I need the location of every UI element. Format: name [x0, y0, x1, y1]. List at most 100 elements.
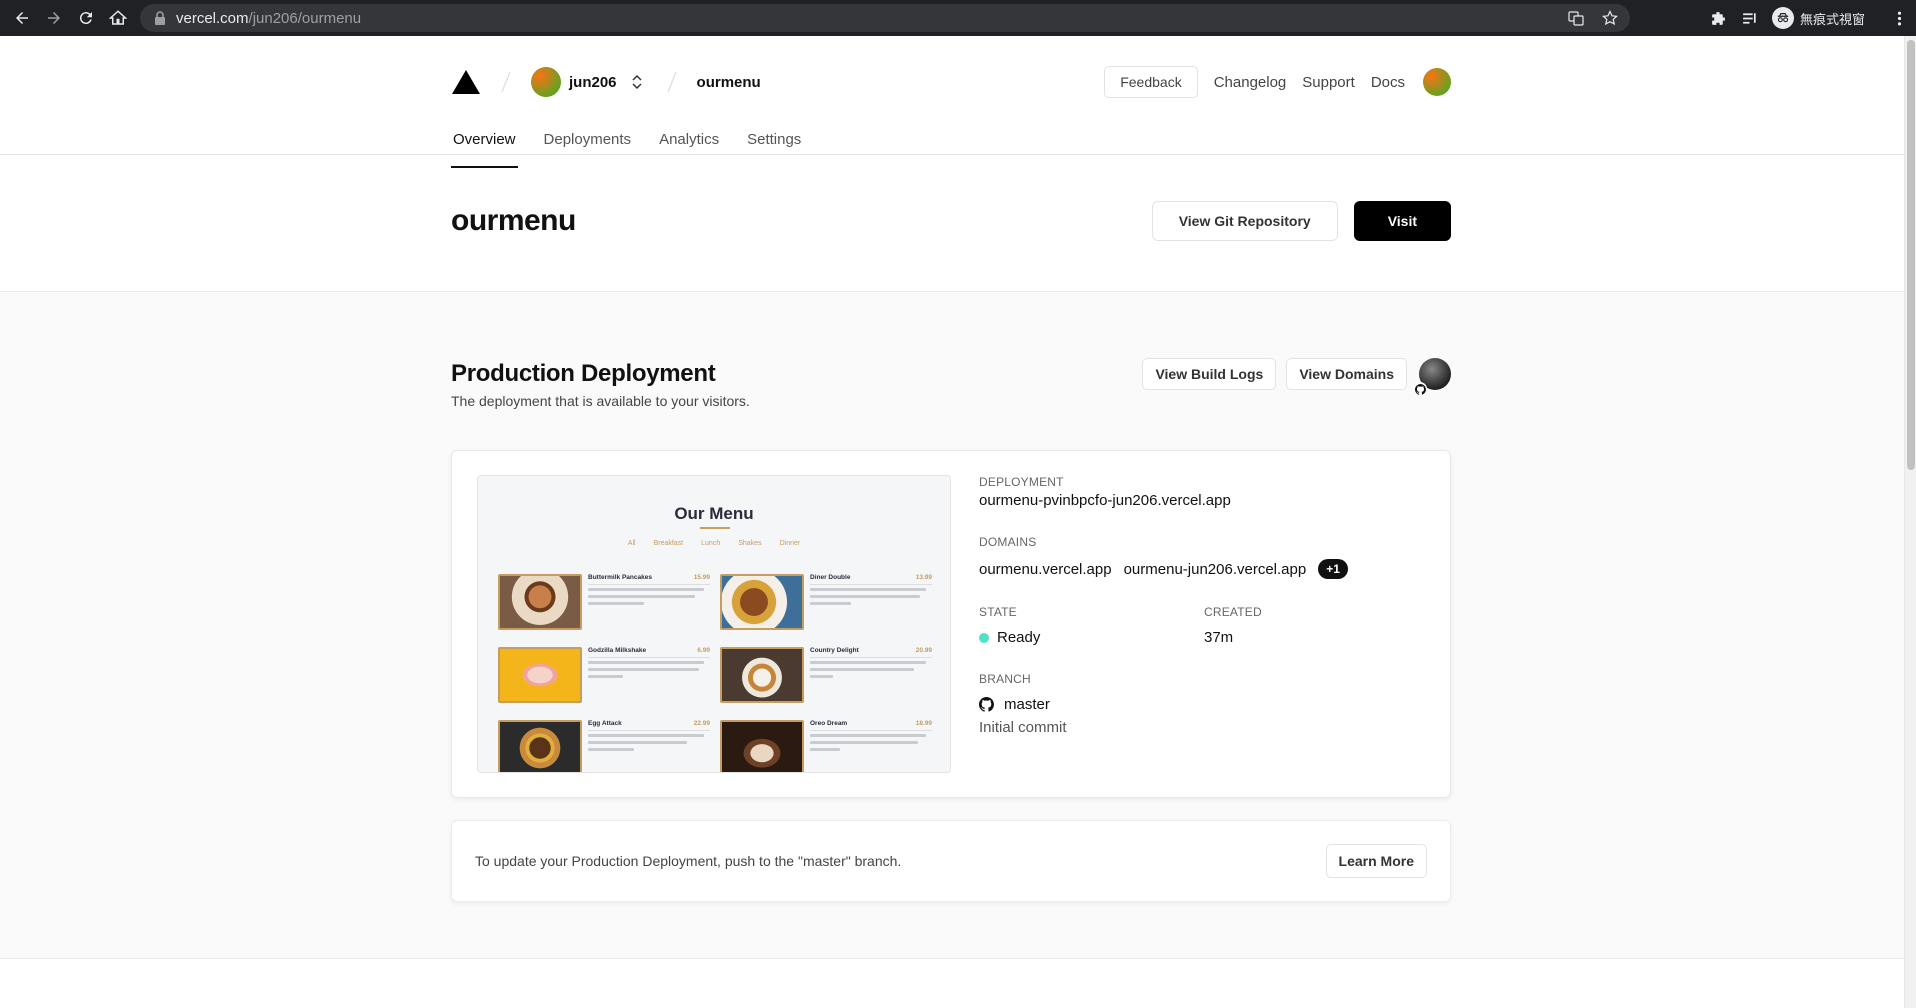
preview-item-price: 13.99 [915, 574, 932, 581]
preview-item-price: 22.99 [693, 720, 710, 727]
changelog-link[interactable]: Changelog [1214, 74, 1287, 91]
created-column: CREATED 37m [1204, 605, 1429, 646]
preview-item-rule [810, 657, 932, 658]
preview-item-price: 20.99 [915, 647, 932, 654]
scrollbar-thumb[interactable] [1907, 40, 1915, 470]
docs-link[interactable]: Docs [1371, 74, 1405, 91]
preview-item-rule [588, 584, 710, 585]
reading-list-icon[interactable] [1741, 10, 1758, 27]
burger-photo [720, 574, 804, 630]
deployment-url-link[interactable]: ourmenu-pvinbpcfo-jun206.vercel.app [979, 492, 1429, 509]
preview-item-rule [588, 730, 710, 731]
preview-item-description [588, 661, 704, 683]
preview-item-description [588, 734, 704, 756]
committer-avatar[interactable] [1413, 358, 1451, 396]
section-subtitle: The deployment that is available to your… [451, 393, 750, 409]
incognito-label: 無痕式視窗 [1800, 11, 1866, 27]
top-nav: Feedback Changelog Support Docs [1104, 66, 1451, 98]
state-value: Ready [997, 629, 1041, 646]
chevron-up-down-icon[interactable] [631, 73, 643, 91]
preview-menu-item: Buttermilk Pancakes 15.99 [498, 574, 710, 634]
egg-burger-photo [498, 720, 582, 772]
preview-categories: All Breakfast Lunch Shakes Dinner [478, 540, 950, 547]
deployment-info: DEPLOYMENT ourmenu-pvinbpcfo-jun206.verc… [979, 475, 1429, 736]
branch-name: master [1004, 696, 1050, 713]
preview-category: Dinner [779, 540, 801, 547]
preview-title: Our Menu [674, 504, 754, 523]
reload-button[interactable] [70, 0, 102, 36]
preview-item-rule [810, 584, 932, 585]
preview-item-name: Oreo Dream [810, 720, 848, 727]
incognito-icon [1772, 7, 1794, 29]
tab-analytics[interactable]: Analytics [657, 120, 721, 168]
extensions-puzzle-icon[interactable] [1710, 10, 1727, 27]
feedback-button[interactable]: Feedback [1104, 66, 1198, 98]
team-name[interactable]: jun206 [569, 74, 617, 91]
tab-deployments[interactable]: Deployments [542, 120, 634, 168]
browser-chrome: vercel.com/jun206/ourmenu 無痕式視窗 [0, 0, 1916, 36]
production-header: Production Deployment View Build Logs Vi… [451, 352, 1451, 396]
preview-item-price: 15.99 [693, 574, 710, 581]
incognito-profile-button[interactable]: 無痕式視窗 [1772, 7, 1865, 29]
preview-item-description [588, 588, 704, 610]
arrow-right-icon [48, 12, 60, 24]
project-header: ourmenu View Git Repository Visit [451, 186, 1451, 256]
state-created-row: STATE Ready CREATED 37m [979, 605, 1429, 646]
vercel-logo-icon[interactable] [451, 69, 481, 95]
preview-item-price: 18.99 [915, 720, 932, 727]
domain-link[interactable]: ourmenu.vercel.app [979, 561, 1112, 578]
preview-item-rule [810, 730, 932, 731]
update-info-banner: To update your Production Deployment, pu… [451, 820, 1451, 902]
preview-item-name: Country Delight [810, 647, 859, 654]
state-column: STATE Ready [979, 605, 1204, 646]
production-actions: View Build Logs View Domains [1142, 358, 1451, 396]
learn-more-button[interactable]: Learn More [1325, 844, 1427, 878]
more-domains-badge[interactable]: +1 [1318, 559, 1348, 579]
domain-link[interactable]: ourmenu-jun206.vercel.app [1124, 561, 1307, 578]
github-icon [979, 697, 994, 712]
preview-item-description [810, 661, 926, 683]
view-domains-button[interactable]: View Domains [1286, 358, 1407, 390]
domains-list: ourmenu.vercel.app ourmenu-jun206.vercel… [979, 559, 1429, 579]
deployment-label: DEPLOYMENT [979, 475, 1064, 489]
preview-menu-item: Egg Attack 22.99 [498, 720, 710, 772]
preview-item-name: Diner Double [810, 574, 851, 581]
home-icon [109, 10, 127, 25]
tab-overview[interactable]: Overview [451, 120, 518, 168]
slash-separator-icon [501, 71, 511, 93]
preview-category: All [627, 540, 636, 547]
preview-item-price: 6.99 [697, 647, 710, 654]
ready-status-dot [979, 632, 989, 643]
commit-message[interactable]: Initial commit [979, 719, 1429, 736]
translate-icon[interactable] [1568, 10, 1584, 26]
created-value: 37m [1204, 629, 1234, 646]
project-actions: View Git Repository Visit [1151, 201, 1451, 241]
preview-category: Lunch [701, 540, 721, 547]
tab-settings[interactable]: Settings [745, 120, 803, 168]
project-breadcrumb[interactable]: ourmenu [697, 74, 761, 91]
page-title: ourmenu [451, 204, 576, 237]
milkshake-photo [498, 647, 582, 703]
arrow-left-icon [16, 12, 28, 24]
home-button[interactable] [102, 0, 134, 36]
page-scrollbar[interactable] [1904, 36, 1916, 1008]
project-tabs: Overview Deployments Analytics Settings [451, 120, 1451, 168]
team-avatar[interactable] [531, 67, 561, 97]
bookmark-star-icon[interactable] [1602, 10, 1618, 26]
back-button[interactable] [6, 0, 38, 36]
view-git-repository-button[interactable]: View Git Repository [1151, 201, 1338, 241]
view-build-logs-button[interactable]: View Build Logs [1142, 358, 1277, 390]
branch-link[interactable]: master [979, 696, 1429, 713]
lock-icon [155, 11, 165, 25]
visit-button[interactable]: Visit [1353, 201, 1451, 241]
preview-menu-item: Diner Double 13.99 [720, 574, 932, 634]
kebab-menu-icon[interactable] [1891, 10, 1908, 27]
preview-menu-item: Godzilla Milkshake 6.99 [498, 647, 710, 707]
deployment-preview[interactable]: Our Menu All Breakfast Lunch Shakes Dinn… [477, 475, 951, 773]
preview-item-name: Godzilla Milkshake [588, 647, 647, 654]
user-avatar[interactable] [1423, 68, 1451, 96]
forward-button[interactable] [38, 0, 70, 36]
support-link[interactable]: Support [1302, 74, 1355, 91]
banner-text: To update your Production Deployment, pu… [475, 853, 902, 869]
address-bar[interactable]: vercel.com/jun206/ourmenu [140, 4, 1630, 32]
